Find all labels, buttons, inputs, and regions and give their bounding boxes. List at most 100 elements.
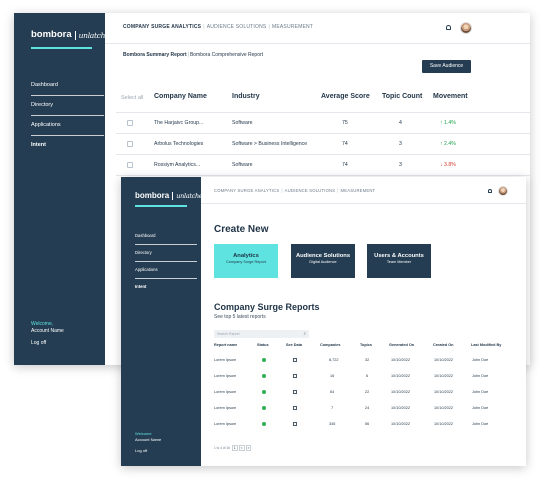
cell-created-on: 10/10/2022 xyxy=(434,390,454,394)
tab-summary-report[interactable]: Bombora Summary Report xyxy=(123,52,187,58)
cell-last-modified: John Doe xyxy=(472,390,489,394)
col-topic-count[interactable]: Topic Count xyxy=(382,93,422,100)
cell-topics: 56 xyxy=(365,422,370,426)
external-link-icon[interactable] xyxy=(293,374,297,378)
tab-comprehensive-report[interactable]: Bombora Comprehensive Report xyxy=(190,52,263,58)
report-switcher: Bombora Summary Report|Bombora Comprehen… xyxy=(123,52,264,58)
bombora-logo[interactable]: bombora unlatched xyxy=(31,29,114,40)
col-companies[interactable]: Companies xyxy=(320,343,340,347)
col-average-score[interactable]: Average Score xyxy=(321,93,370,100)
col-industry[interactable]: Industry xyxy=(232,93,260,100)
cell-topics: 32 xyxy=(365,358,370,362)
table-row[interactable]: Lorem Ipsum 345 56 10/10/2022 10/10/2022… xyxy=(214,416,514,432)
cell-company: Rossiym Analytics... xyxy=(154,162,201,168)
cell-movement: ↑ 1.4% xyxy=(440,120,456,126)
cell-companies: 8,722 xyxy=(329,358,339,362)
cell-movement: ↓ 3.8% xyxy=(440,162,456,168)
search-input[interactable]: Search Report ⌕ xyxy=(214,330,309,338)
cell-companies: 7 xyxy=(331,406,334,410)
welcome-text: Welcome, xyxy=(31,321,54,327)
col-created-on[interactable]: Created On xyxy=(433,343,453,347)
external-link-icon[interactable] xyxy=(293,390,297,394)
sidebar-item-dashboard[interactable]: Dashboard xyxy=(31,76,104,96)
cell-report-name[interactable]: Lorem Ipsum xyxy=(214,422,236,426)
sidebar-item-applications[interactable]: Applications xyxy=(31,116,104,136)
external-link-icon[interactable] xyxy=(293,422,297,426)
status-dot xyxy=(262,390,266,394)
topnav-audience-solutions[interactable]: AUDIENCE SOLUTIONS xyxy=(285,188,336,193)
row-checkbox[interactable] xyxy=(127,120,133,126)
table-row[interactable]: Lorem Ipsum 7 24 10/10/2022 10/10/2022 J… xyxy=(214,400,514,416)
table-row[interactable]: Lorem Ipsum 64 22 10/10/2022 10/10/2022 … xyxy=(214,384,514,400)
col-company-name[interactable]: Company Name xyxy=(154,93,207,100)
logo-underline xyxy=(31,47,92,49)
status-dot xyxy=(262,422,266,426)
logout-link[interactable]: Log off xyxy=(31,340,64,347)
topnav-company-surge-analytics[interactable]: COMPANY SURGE ANALYTICS xyxy=(123,24,201,30)
avatar[interactable] xyxy=(498,186,508,196)
sidebar-item-applications[interactable]: Applications xyxy=(135,262,197,279)
page-1-button[interactable]: 1 xyxy=(231,445,238,451)
status-dot xyxy=(262,406,266,410)
col-generated-on[interactable]: Generated On xyxy=(389,343,414,347)
prev-page-button[interactable]: < xyxy=(238,445,245,451)
row-checkbox[interactable] xyxy=(127,162,133,168)
topnav-audience-solutions[interactable]: AUDIENCE SOLUTIONS xyxy=(207,24,267,30)
bombora-logo[interactable]: bombora unlatched xyxy=(135,191,207,200)
topnav-company-surge-analytics[interactable]: COMPANY SURGE ANALYTICS xyxy=(214,188,279,193)
cell-report-name[interactable]: Lorem Ipsum xyxy=(214,374,236,378)
sidebar-item-directory[interactable]: Directory xyxy=(135,245,197,262)
bell-icon[interactable] xyxy=(488,189,492,193)
cell-topics: 3 xyxy=(399,141,402,147)
cell-score: 75 xyxy=(342,120,348,126)
table-row[interactable]: Rossiym Analytics... Software 74 3 ↓ 3.8… xyxy=(116,154,530,175)
cell-created-on: 10/10/2022 xyxy=(434,358,454,362)
cell-last-modified: John Doe xyxy=(472,358,489,362)
front-app-window: bombora unlatched Dashboard Directory Ap… xyxy=(121,177,526,466)
cell-generated-on: 10/10/2022 xyxy=(391,358,411,362)
topnav-measurement[interactable]: MEASUREMENT xyxy=(341,188,376,193)
tile-analytics[interactable]: Analytics Company Surge Report xyxy=(214,244,278,278)
table-row[interactable]: Arbolus Technologies Software > Business… xyxy=(116,133,530,154)
tile-users-accounts[interactable]: Users & Accounts Team Member xyxy=(367,244,431,278)
next-page-button[interactable]: > xyxy=(245,445,252,451)
logo-brand: bombora xyxy=(135,191,170,200)
cell-report-name[interactable]: Lorem Ipsum xyxy=(214,390,236,394)
cell-topics: 6 xyxy=(366,374,369,378)
sidebar-item-dashboard[interactable]: Dashboard xyxy=(135,228,197,245)
external-link-icon[interactable] xyxy=(293,358,297,362)
sidebar-item-directory[interactable]: Directory xyxy=(31,96,104,116)
search-icon[interactable]: ⌕ xyxy=(303,331,306,337)
cell-report-name[interactable]: Lorem Ipsum xyxy=(214,406,236,410)
select-all-label[interactable]: Select all xyxy=(121,95,143,101)
col-last-modified-by[interactable]: Last Modified By xyxy=(471,343,501,347)
cell-generated-on: 10/10/2022 xyxy=(391,374,411,378)
col-topics[interactable]: Topics xyxy=(360,343,372,347)
tile-title: Audience Solutions xyxy=(295,253,351,259)
sidebar-item-intent[interactable]: Intent xyxy=(31,136,104,156)
avatar[interactable] xyxy=(460,22,472,34)
bell-icon[interactable] xyxy=(446,25,451,30)
section-title: Company Surge Reports xyxy=(214,302,320,312)
cell-companies: 16 xyxy=(330,374,335,378)
logo-tag: unlatched xyxy=(74,31,114,40)
row-checkbox[interactable] xyxy=(127,141,133,147)
logout-link[interactable]: Log off xyxy=(135,448,161,454)
create-new-title: Create New xyxy=(214,224,269,235)
cell-company: Arbolus Technologies xyxy=(154,141,204,147)
sidebar-item-intent[interactable]: Intent xyxy=(135,279,197,296)
tile-audience-solutions[interactable]: Audience Solutions Digital Audience xyxy=(291,244,355,278)
table-row[interactable]: Lorem Ipsum 8,722 32 10/10/2022 10/10/20… xyxy=(214,352,514,368)
col-report-name[interactable]: Report name xyxy=(214,343,237,347)
external-link-icon[interactable] xyxy=(293,406,297,410)
col-status[interactable]: Status xyxy=(257,343,269,347)
save-audience-button[interactable]: Save Audience xyxy=(422,60,471,73)
header-divider xyxy=(105,43,530,44)
col-see-data[interactable]: See Data xyxy=(286,343,302,347)
cell-report-name[interactable]: Lorem Ipsum xyxy=(214,358,236,362)
cell-industry: Software > Business Intelligence xyxy=(232,141,308,147)
table-row[interactable]: Lorem Ipsum 16 6 10/10/2022 10/10/2022 J… xyxy=(214,368,514,384)
table-row[interactable]: The Harjaivc Group... Software 75 4 ↑ 1.… xyxy=(116,112,530,133)
topnav-measurement[interactable]: MEASUREMENT xyxy=(272,24,313,30)
col-movement[interactable]: Movement xyxy=(433,93,468,100)
